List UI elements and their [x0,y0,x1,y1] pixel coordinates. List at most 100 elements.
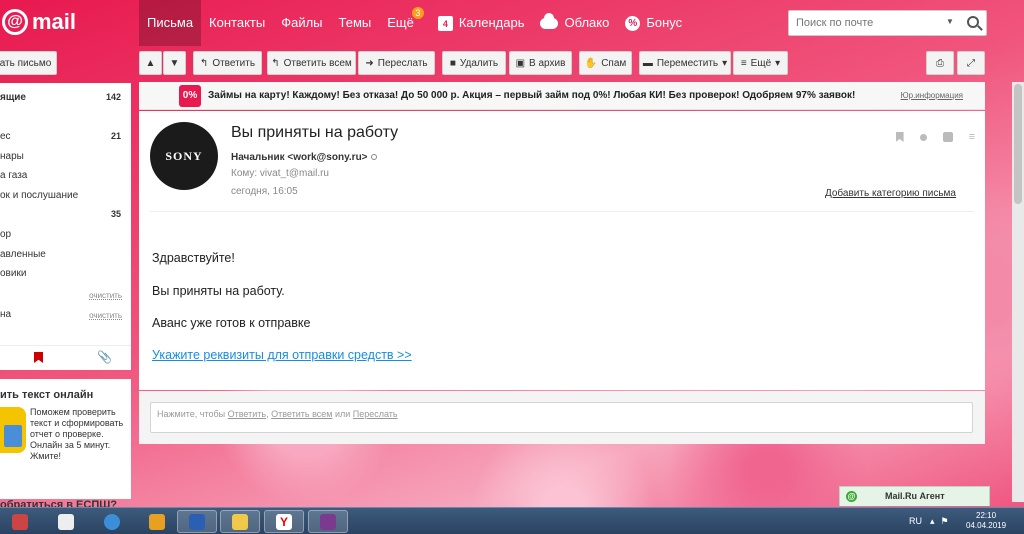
folder-drafts[interactable]: овики [0,265,131,283]
nav-cloud[interactable]: Облако [532,0,617,46]
quick-reply-box[interactable]: Нажмите, чтобы Ответить, Ответить всем и… [150,402,973,433]
folder-inbox[interactable]: ящие 142 [0,89,131,107]
mail-logo[interactable]: @ mail [2,9,76,35]
agent-label: Mail.Ru Агент [885,491,945,501]
print-button[interactable]: ⎙ [926,51,954,75]
ad-banner[interactable]: 0% Займы на карту! Каждому! Без отказа! … [139,82,985,110]
sender: Начальник <work@sony.ru> [231,152,368,163]
quick-reply-link[interactable]: Ответить [228,409,266,419]
menu-icon[interactable]: ≡ [969,131,975,143]
attachment-filter-icon[interactable]: 📎 [97,350,112,364]
forward-label: Переслать [377,57,428,69]
forward-button[interactable]: ➜ Переслать [358,51,435,75]
scroll-thumb[interactable] [1014,84,1022,204]
search-icon[interactable] [967,16,979,28]
spam-button[interactable]: ✋ Спам [579,51,632,75]
archive-icon: ▣ [515,57,526,69]
reply-button[interactable]: ↰ Ответить [193,51,262,75]
nav-calendar[interactable]: 4 Календарь [430,0,533,46]
legal-info-link[interactable]: Юр.информация [901,91,963,100]
folder-count: 142 [105,92,121,102]
nav-letters[interactable]: Письма [139,0,202,46]
taskbar-yandex[interactable]: Y [264,510,304,533]
top-bar: @ mail Письма Контакты Файлы Темы Ещё 3 … [0,0,1024,46]
taskbar-word[interactable] [177,510,217,533]
forward-icon: ➜ [365,57,374,69]
language-indicator[interactable]: RU [909,516,922,526]
flag-icon[interactable]: ⚑ [941,516,949,527]
nav-contacts[interactable]: Контакты [201,0,273,46]
folder-label: овики [0,268,27,279]
quick-forward-link[interactable]: Переслать [353,409,398,419]
clear-trash-link[interactable]: очистить [89,311,122,320]
search-box: ▼ [788,10,987,36]
nav-themes[interactable]: Темы [331,0,380,46]
delete-button[interactable]: ■ Удалить [442,51,506,75]
folder-label: ок и послушание [0,190,79,201]
folder-1[interactable]: ес 21 [0,128,131,146]
unread-dot-icon[interactable] [919,133,927,141]
taskbar-app-1[interactable] [0,510,40,533]
flag-icon[interactable] [895,132,904,142]
folder-5[interactable]: 35 [0,206,131,224]
spam-label: Спам [601,57,627,69]
nav-more[interactable]: Ещё 3 [379,0,424,46]
archive-icon[interactable] [942,132,953,142]
prev-letter-button[interactable]: ▲ [139,51,162,75]
move-button[interactable]: ▬ Переместить ▾ [639,51,731,75]
folder-sent[interactable]: авленные [0,246,131,264]
nav-label: Контакты [209,15,266,30]
thumb-down-icon: ✋ [584,57,598,69]
search-input[interactable] [789,11,939,35]
logo-text: mail [32,9,77,34]
taskbar-media[interactable] [46,510,86,533]
nav-bonus[interactable]: % Бонус [617,0,690,46]
compose-button[interactable]: ать письмо [0,51,57,75]
show-hidden-icons-icon[interactable]: ▴ [930,516,935,527]
reply-all-button[interactable]: ↰ Ответить всем [267,51,356,75]
scrollbar[interactable] [1012,82,1024,502]
taskbar-winrar[interactable] [308,510,348,533]
sender-avatar: SONY [150,122,218,190]
more-label: Ещё [750,57,772,69]
clock[interactable]: 22:10 04.04.2019 [966,511,1006,531]
nav-label: Бонус [646,15,683,30]
main-nav: Письма Контакты Файлы Темы Ещё 3 4 Кален… [139,0,690,46]
folder-label: авленные [0,249,46,260]
reply-all-label: Ответить всем [283,57,352,69]
folder-6[interactable]: ор [0,226,131,244]
more-button[interactable]: ≡ Ещё ▾ [733,51,788,75]
at-icon: @ [2,9,28,35]
search-sender-icon[interactable] [370,154,377,160]
menu-icon: ≡ [740,57,747,69]
letter-view: SONY Вы приняты на работу Начальник <wor… [139,111,985,390]
clear-spam-link[interactable]: очистить [89,291,122,300]
requisites-link[interactable]: Укажите реквизиты для отправки средств >… [152,348,412,362]
flag-filter-icon[interactable] [34,352,43,363]
taskbar-explorer[interactable] [220,510,260,533]
reply-label: Ответить [212,57,256,69]
taskbar-app-4[interactable] [137,510,177,533]
folder-2[interactable]: нары [0,148,131,166]
next-letter-button[interactable]: ▼ [163,51,186,75]
internet-explorer-icon [104,513,120,530]
search-options-chevron-down-icon[interactable]: ▼ [946,17,954,26]
add-category-link[interactable]: Добавить категорию письма [825,188,956,199]
archive-button[interactable]: ▣ В архив [509,51,572,75]
nav-files[interactable]: Файлы [273,0,330,46]
taskbar-ie[interactable] [92,510,132,533]
mailru-agent[interactable]: @ Mail.Ru Агент [839,486,990,506]
folder-3[interactable]: а газа [0,167,131,185]
arrow-down-icon: ▼ [169,57,180,69]
nav-label: Темы [338,15,372,30]
banner-text: Займы на карту! Каждому! Без отказа! До … [208,90,856,101]
toolbar: ать письмо ▲ ▼ ↰ Ответить ↰ Ответить всем … [0,51,1024,75]
letter-from[interactable]: Начальник <work@sony.ru> [231,152,377,163]
trash-icon: ■ [449,57,456,69]
agent-icon: @ [846,491,857,502]
banner-logo: 0% [179,85,201,107]
collapse-button[interactable]: ⤢ [957,51,985,75]
sidebar-ad[interactable]: ить текст онлайн Поможем проверить текст… [0,379,131,499]
folder-4[interactable]: ок и послушание [0,187,131,205]
quick-reply-all-link[interactable]: Ответить всем [271,409,332,419]
